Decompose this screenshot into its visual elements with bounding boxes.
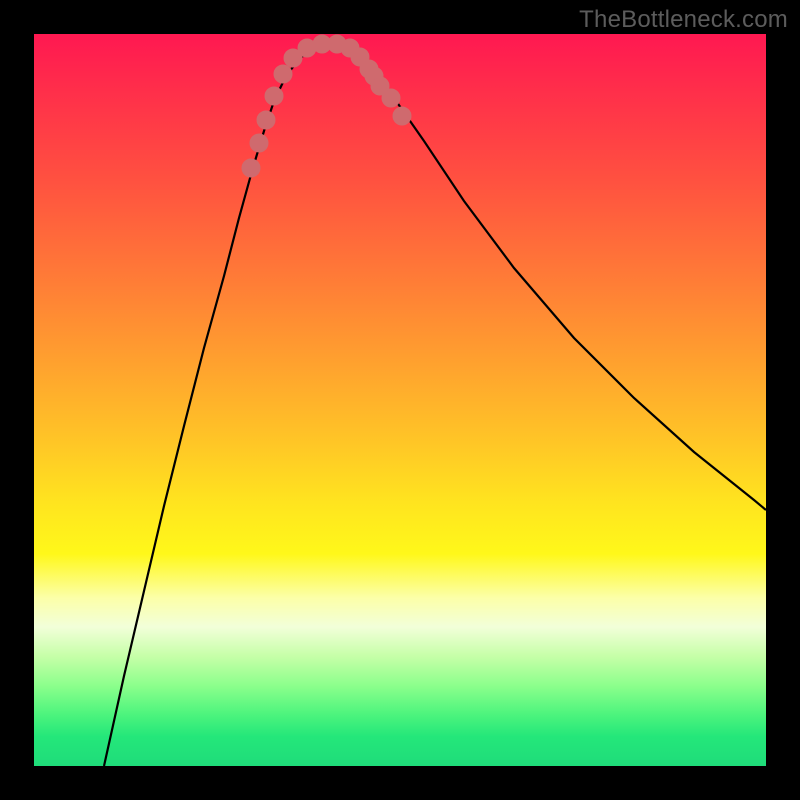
curve-markers [242, 35, 411, 177]
bottleneck-curve [104, 44, 766, 766]
curve-marker [250, 134, 268, 152]
chart-frame: TheBottleneck.com [0, 0, 800, 800]
curve-marker [382, 89, 400, 107]
curve-marker [257, 111, 275, 129]
plot-area [34, 34, 766, 766]
curve-marker [242, 159, 260, 177]
curve-marker [265, 87, 283, 105]
curve-marker [393, 107, 411, 125]
chart-overlay [34, 34, 766, 766]
curve-marker [274, 65, 292, 83]
watermark-text: TheBottleneck.com [579, 6, 788, 34]
